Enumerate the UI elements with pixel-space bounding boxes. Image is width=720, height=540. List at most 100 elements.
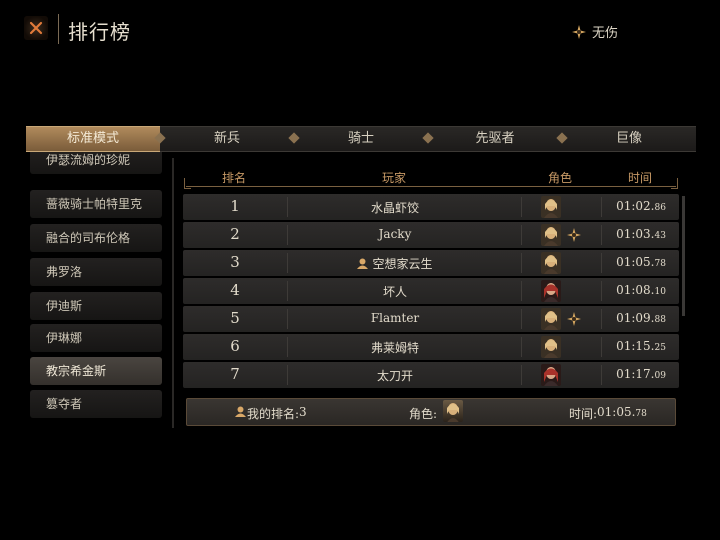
role-portrait (541, 196, 561, 218)
difficulty-tabs: 标准模式 新兵 骑士 先驱者 巨像 (26, 126, 696, 152)
time-cell: 01:09.88 (603, 311, 679, 325)
time-main: 01:17. (616, 367, 655, 381)
header-rank: 排名 (222, 171, 247, 185)
player-name: 太刀开 (376, 369, 413, 383)
user-icon (235, 406, 246, 417)
time-main: 01:09. (616, 311, 655, 325)
rank-cell: 6 (230, 337, 240, 355)
player-name: Jacky (378, 227, 412, 241)
tab-knight[interactable]: 骑士 (294, 126, 434, 152)
row-divider (601, 253, 602, 273)
table-row[interactable]: 7 太刀开 01:17.09 (183, 362, 679, 388)
time-main: 01:05. (616, 255, 655, 269)
boss-item[interactable]: 篡夺者 (30, 390, 162, 418)
my-time-value: 01:05.78 (597, 405, 647, 419)
status-label: 无伤 (592, 26, 619, 41)
time-cell: 01:15.25 (603, 339, 679, 353)
no-damage-status: 无伤 (572, 22, 618, 41)
role-portrait (541, 224, 561, 246)
time-ms: 43 (654, 231, 666, 241)
boss-item[interactable]: 伊迪斯 (30, 292, 162, 320)
row-divider (521, 197, 522, 217)
table-scrollbar[interactable] (682, 196, 685, 316)
table-row[interactable]: 6 弗莱姆特 01:15.25 (183, 334, 679, 360)
player-name: 空想家云生 (372, 257, 433, 271)
player-name: 水晶虾饺 (370, 201, 419, 215)
header-bracket (671, 178, 678, 189)
time-cell: 01:05.78 (603, 255, 679, 269)
close-icon (29, 21, 43, 35)
header-bracket (184, 178, 191, 189)
tab-standard[interactable]: 标准模式 (26, 126, 166, 152)
boss-item[interactable]: 融合的司布伦格 (30, 224, 162, 252)
my-role-portrait (443, 400, 463, 422)
table-row[interactable]: 3 空想家云生 01:05.78 (183, 250, 679, 276)
player-cell: 水晶虾饺 (287, 199, 503, 216)
role-portrait (541, 280, 561, 302)
tab-label: 标准模式 (66, 131, 119, 146)
row-divider (601, 225, 602, 245)
boss-item[interactable]: 伊瑟流姆的珍妮 (30, 152, 162, 174)
table-row[interactable]: 4 坏人 01:08.10 (183, 278, 679, 304)
tab-label: 新兵 (213, 131, 240, 146)
player-cell: Jacky (287, 227, 503, 241)
boss-item-selected[interactable]: 教宗希金斯 (30, 357, 162, 385)
my-time-label: 时间: (569, 407, 598, 421)
table-row[interactable]: 5 Flamter 01:09.88 (183, 306, 679, 332)
player-cell: 坏人 (287, 283, 503, 300)
row-divider (601, 281, 602, 301)
time-cell: 01:17.09 (603, 367, 679, 381)
boss-list: 伊瑟流姆的珍妮 蔷薇骑士帕特里克 融合的司布伦格 弗罗洛 伊迪斯 伊琳娜 教宗希… (30, 152, 164, 428)
compass-star-icon (572, 24, 586, 39)
sidebar-scrollbar[interactable] (172, 158, 174, 428)
boss-item[interactable]: 蔷薇骑士帕特里克 (30, 190, 162, 218)
role-portrait (541, 252, 561, 274)
table-row[interactable]: 1 水晶虾饺 01:02.86 (183, 194, 679, 220)
player-cell: 弗莱姆特 (287, 339, 503, 356)
time-ms: 88 (654, 315, 666, 325)
tab-recruit[interactable]: 新兵 (160, 126, 300, 152)
player-cell: 太刀开 (287, 367, 503, 384)
leaderboard-header: 排名 玩家 角色 时间 (184, 166, 678, 189)
player-cell: Flamter (287, 311, 503, 325)
no-damage-badge-icon (567, 228, 581, 242)
rank-cell: 1 (230, 197, 240, 215)
top-bar: 排行榜 无伤 (0, 0, 720, 60)
time-cell: 01:03.43 (603, 227, 679, 241)
my-rank-value: 3 (299, 405, 307, 419)
time-ms: 78 (654, 259, 666, 269)
tab-label: 先驱者 (475, 131, 515, 146)
row-divider (601, 309, 602, 329)
rank-cell: 7 (230, 365, 240, 383)
my-rank-label: 我的排名: (247, 407, 300, 421)
time-main: 01:15. (616, 339, 655, 353)
row-divider (601, 365, 602, 385)
role-portrait (541, 336, 561, 358)
row-divider (521, 225, 522, 245)
tab-colossus[interactable]: 巨像 (562, 126, 696, 152)
rank-cell: 2 (230, 225, 240, 243)
time-main: 01:08. (616, 283, 655, 297)
time-ms: 86 (654, 203, 666, 213)
my-role-label: 角色: (409, 407, 438, 421)
row-divider (521, 337, 522, 357)
time-ms: 25 (654, 343, 666, 353)
row-divider (521, 365, 522, 385)
tab-vanguard[interactable]: 先驱者 (428, 126, 568, 152)
role-portrait (541, 364, 561, 386)
row-divider (601, 197, 602, 217)
close-button[interactable] (24, 16, 48, 40)
boss-item[interactable]: 弗罗洛 (30, 258, 162, 286)
table-row[interactable]: 2 Jacky 01:03.43 (183, 222, 679, 248)
rank-cell: 3 (230, 253, 240, 271)
time-ms: 09 (654, 371, 666, 381)
tab-label: 巨像 (615, 131, 642, 146)
player-name: Flamter (370, 311, 420, 325)
role-portrait (541, 308, 561, 330)
boss-item[interactable]: 伊琳娜 (30, 324, 162, 352)
page-title: 排行榜 (68, 20, 131, 44)
time-main: 01:03. (616, 227, 655, 241)
rank-cell: 4 (230, 281, 240, 299)
my-time-ms: 78 (635, 409, 647, 419)
no-damage-badge-icon (567, 312, 581, 326)
